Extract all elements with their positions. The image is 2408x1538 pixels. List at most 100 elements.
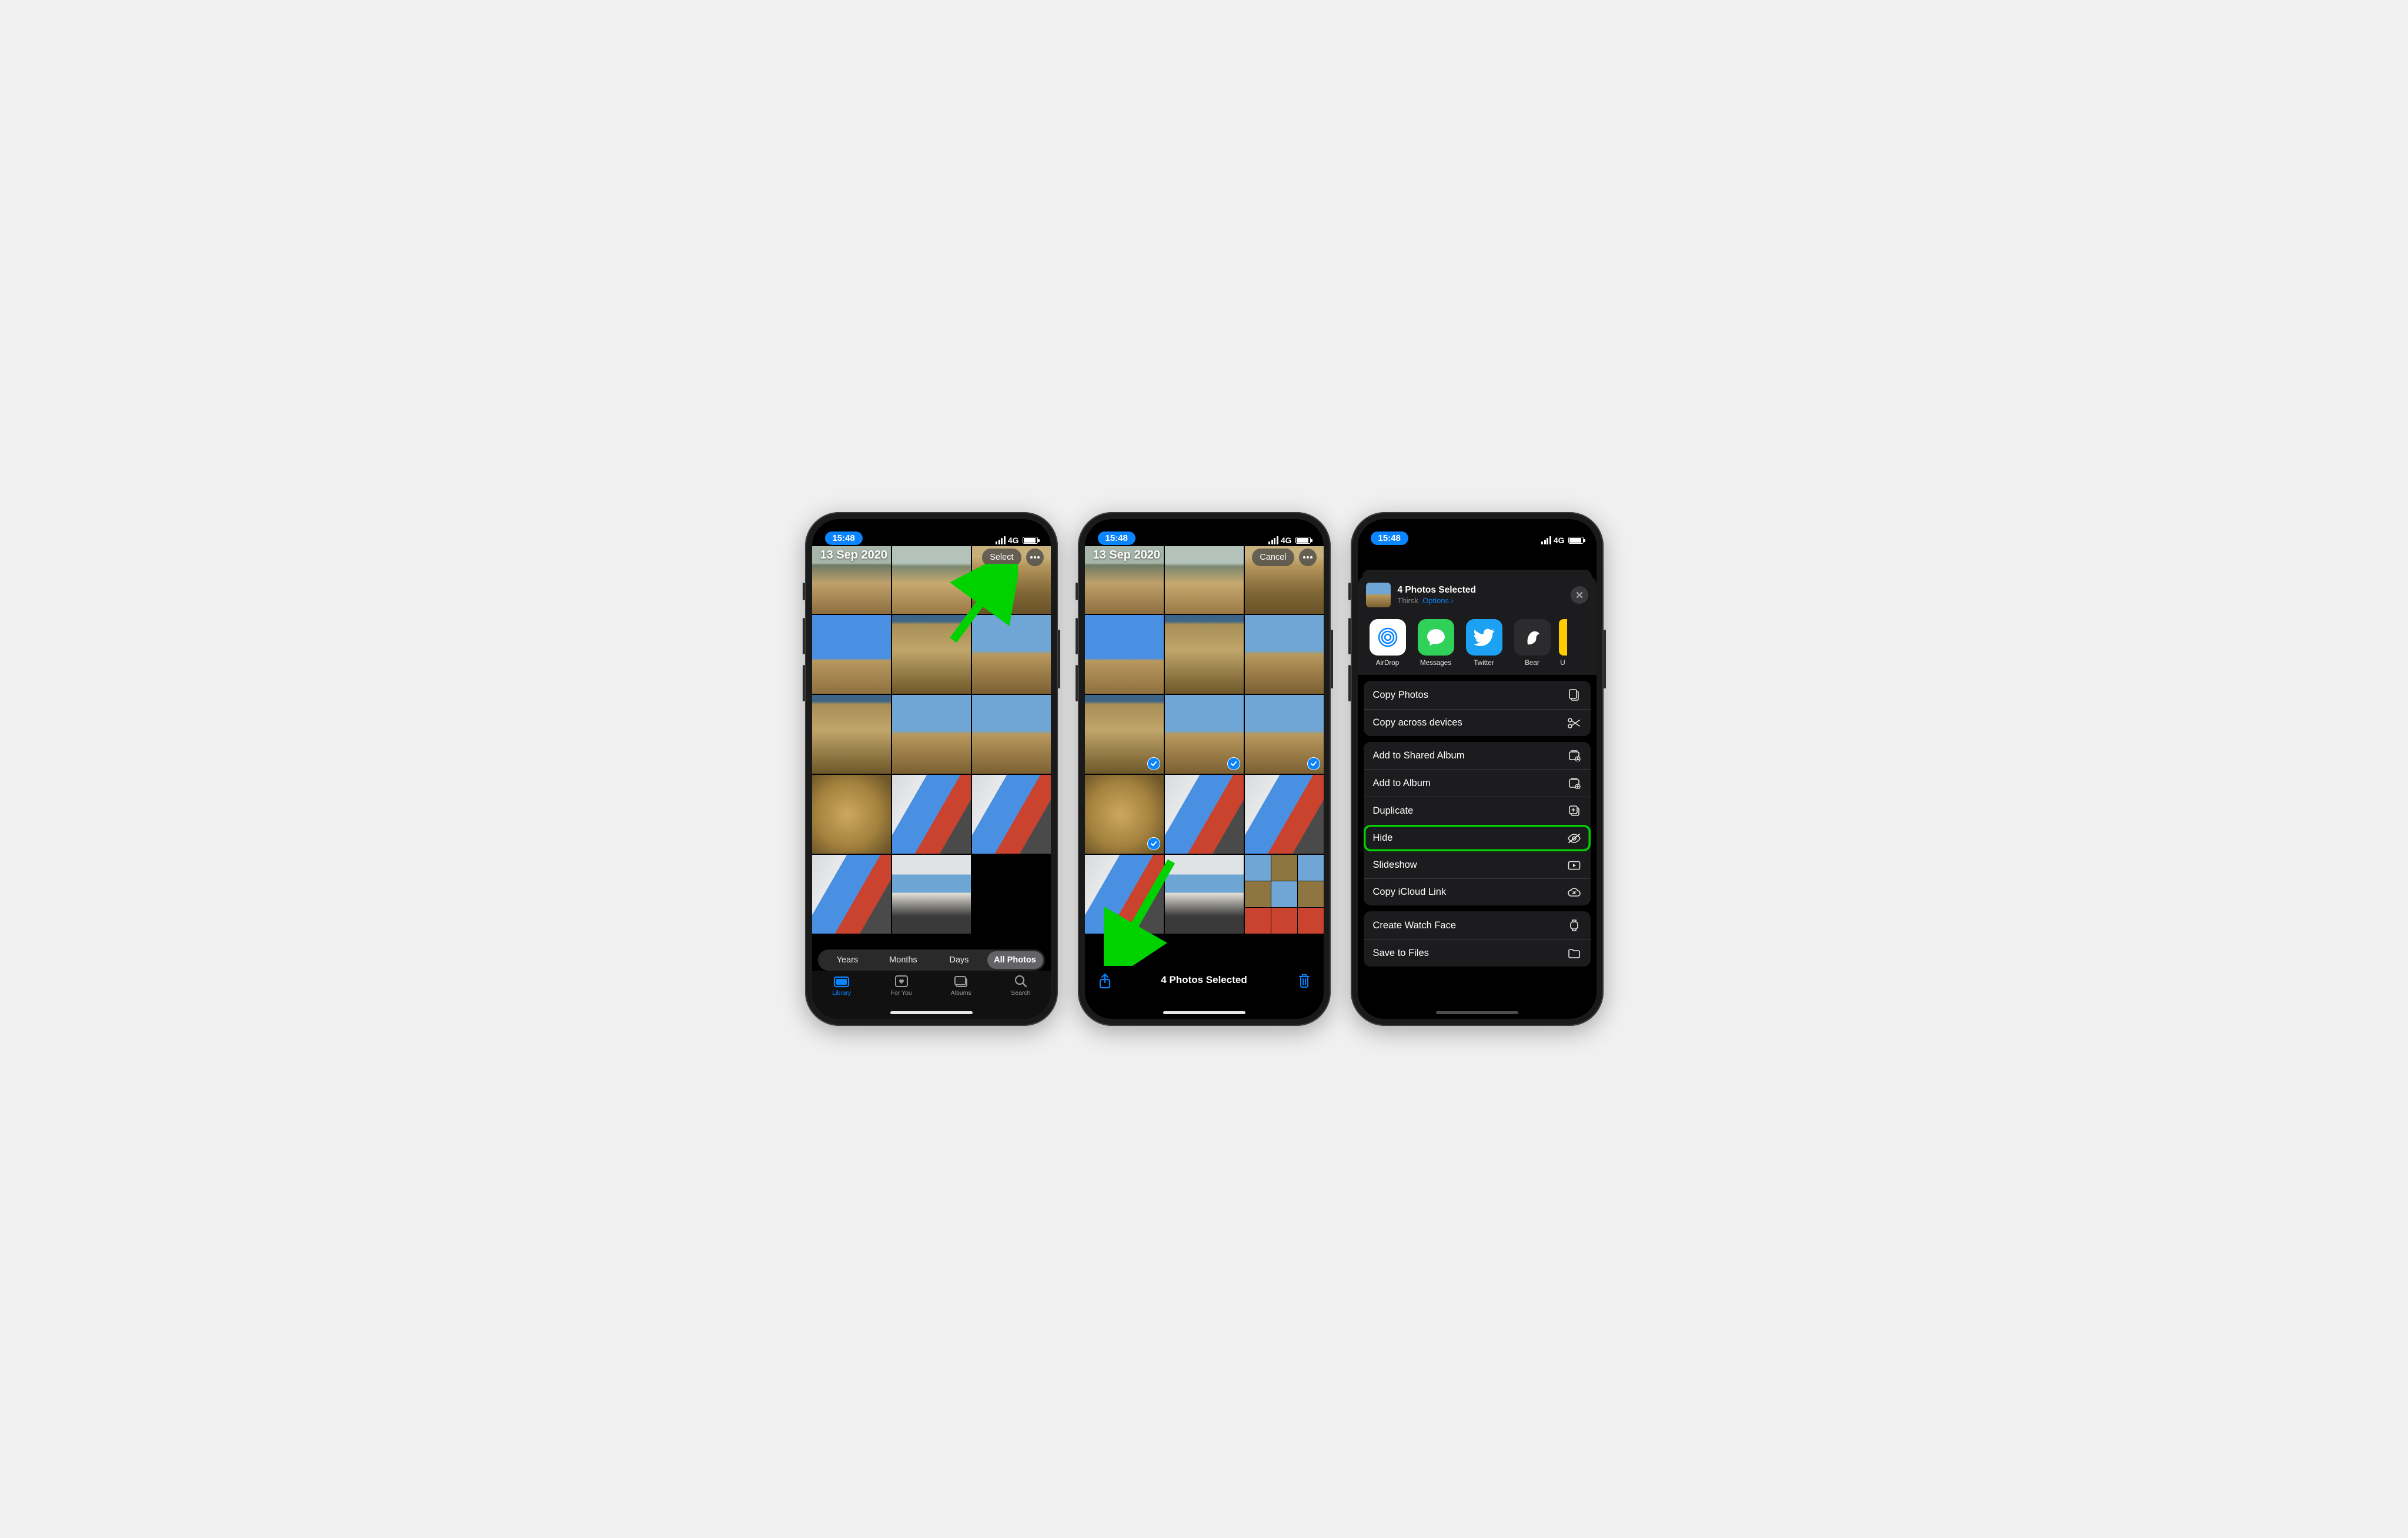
airdrop-icon: [1370, 619, 1406, 656]
shared-album-icon: [1567, 750, 1581, 761]
seg-months[interactable]: Months: [876, 951, 931, 969]
selection-count: 4 Photos Selected: [1085, 974, 1324, 986]
checkmark-icon: [1147, 757, 1160, 770]
close-icon: [1576, 591, 1583, 599]
photo-thumbnail[interactable]: [892, 775, 971, 854]
cancel-button[interactable]: Cancel: [1252, 549, 1294, 566]
app-messages[interactable]: Messages: [1414, 619, 1458, 667]
search-icon: [1013, 974, 1029, 988]
icloud-link-icon: [1567, 888, 1581, 897]
phone-3: 15:48 4G 4 Photos Selected Thirsk O: [1351, 512, 1604, 1026]
action-add-album[interactable]: Add to Album: [1364, 769, 1591, 797]
hide-icon: [1567, 833, 1581, 844]
watch-icon: [1567, 919, 1581, 932]
twitter-icon: [1466, 619, 1502, 656]
seg-years[interactable]: Years: [820, 951, 876, 969]
action-icloud-link[interactable]: Copy iCloud Link: [1364, 878, 1591, 905]
scissors-icon: [1567, 718, 1581, 728]
bear-icon: [1514, 619, 1551, 656]
sheet-actions[interactable]: Copy Photos Copy across devices Add to S…: [1358, 675, 1597, 1019]
app-airdrop[interactable]: AirDrop: [1366, 619, 1410, 667]
tab-label: Search: [1011, 989, 1030, 997]
albums-icon: [953, 974, 969, 988]
photo-thumbnail[interactable]: [972, 695, 1051, 774]
ellipsis-icon: [1303, 556, 1312, 559]
battery-icon: [1023, 537, 1038, 544]
photo-thumbnail: [972, 855, 1051, 934]
photo-thumbnail[interactable]: [1245, 695, 1324, 774]
for-you-icon: [893, 974, 910, 988]
sheet-title: 4 Photos Selected: [1398, 584, 1564, 596]
annotation-arrow: [1104, 855, 1180, 966]
battery-icon: [1568, 537, 1584, 544]
photo-thumbnail[interactable]: [812, 695, 891, 774]
status-time: 15:48: [825, 531, 863, 545]
sheet-thumbnail: [1366, 583, 1391, 607]
tab-label: Albums: [951, 989, 971, 997]
sheet-location: Thirsk: [1398, 596, 1418, 605]
tab-library[interactable]: Library: [812, 974, 872, 1019]
photo-thumbnail[interactable]: [1245, 855, 1324, 934]
share-apps-row[interactable]: AirDrop Messages Twitter: [1358, 616, 1597, 675]
photo-thumbnail[interactable]: [892, 855, 971, 934]
photo-thumbnail[interactable]: [972, 775, 1051, 854]
action-duplicate[interactable]: Duplicate: [1364, 797, 1591, 824]
photo-thumbnail[interactable]: [1165, 695, 1244, 774]
home-indicator[interactable]: [1436, 1011, 1518, 1014]
sheet-header: 4 Photos Selected Thirsk Options ›: [1358, 576, 1597, 616]
photo-thumbnail[interactable]: [1085, 695, 1164, 774]
signal-bars-icon: [996, 536, 1006, 544]
photo-thumbnail[interactable]: [1085, 615, 1164, 694]
app-partial[interactable]: U: [1559, 619, 1567, 667]
duplicate-icon: [1567, 805, 1581, 817]
photo-thumbnail[interactable]: [1165, 546, 1244, 614]
network-label: 4G: [1281, 536, 1292, 545]
action-watch-face[interactable]: Create Watch Face: [1364, 911, 1591, 939]
seg-all-photos[interactable]: All Photos: [987, 951, 1043, 969]
action-slideshow[interactable]: Slideshow: [1364, 851, 1591, 878]
library-icon: [833, 974, 850, 988]
battery-icon: [1295, 537, 1311, 544]
checkmark-icon: [1227, 757, 1240, 770]
phone-2: 15:48 4G 13 Sep 2020 Cancel: [1078, 512, 1331, 1026]
phone-1: 15:48 4G 13 Sep 2020 Select: [805, 512, 1058, 1026]
tab-label: For You: [891, 989, 912, 997]
photo-thumbnail[interactable]: [1245, 615, 1324, 694]
options-link[interactable]: Options ›: [1422, 596, 1454, 605]
photo-thumbnail[interactable]: [1165, 775, 1244, 854]
photo-thumbnail[interactable]: [1165, 615, 1244, 694]
photo-thumbnail[interactable]: [1085, 775, 1164, 854]
action-copy-photos[interactable]: Copy Photos: [1364, 681, 1591, 709]
annotation-arrow: [947, 564, 1018, 646]
status-time: 15:48: [1098, 531, 1135, 545]
photo-thumbnail[interactable]: [812, 855, 891, 934]
photo-thumbnail[interactable]: [812, 775, 891, 854]
more-button[interactable]: [1299, 549, 1317, 566]
copy-icon: [1567, 688, 1581, 701]
photo-thumbnail[interactable]: [812, 615, 891, 694]
view-segmented[interactable]: Years Months Days All Photos: [818, 949, 1045, 971]
close-button[interactable]: [1571, 586, 1588, 604]
checkmark-icon: [1147, 837, 1160, 850]
more-button[interactable]: [1026, 549, 1044, 566]
notch: [1145, 519, 1263, 537]
date-header: 13 Sep 2020: [820, 549, 888, 562]
home-indicator[interactable]: [1163, 1011, 1245, 1014]
ellipsis-icon: [1030, 556, 1040, 559]
app-twitter[interactable]: Twitter: [1462, 619, 1506, 667]
notch: [873, 519, 990, 537]
tab-search[interactable]: Search: [991, 974, 1051, 1019]
photo-thumbnail[interactable]: [892, 695, 971, 774]
app-bear[interactable]: Bear: [1511, 619, 1554, 667]
action-save-files[interactable]: Save to Files: [1364, 939, 1591, 967]
home-indicator[interactable]: [890, 1011, 973, 1014]
photo-thumbnail[interactable]: [1245, 775, 1324, 854]
action-add-shared-album[interactable]: Add to Shared Album: [1364, 742, 1591, 769]
seg-days[interactable]: Days: [931, 951, 987, 969]
action-copy-across[interactable]: Copy across devices: [1364, 709, 1591, 736]
action-hide[interactable]: Hide: [1364, 824, 1591, 851]
folder-icon: [1567, 948, 1581, 959]
partial-app-icon: [1559, 619, 1567, 656]
signal-bars-icon: [1268, 536, 1278, 544]
slideshow-icon: [1567, 861, 1581, 870]
